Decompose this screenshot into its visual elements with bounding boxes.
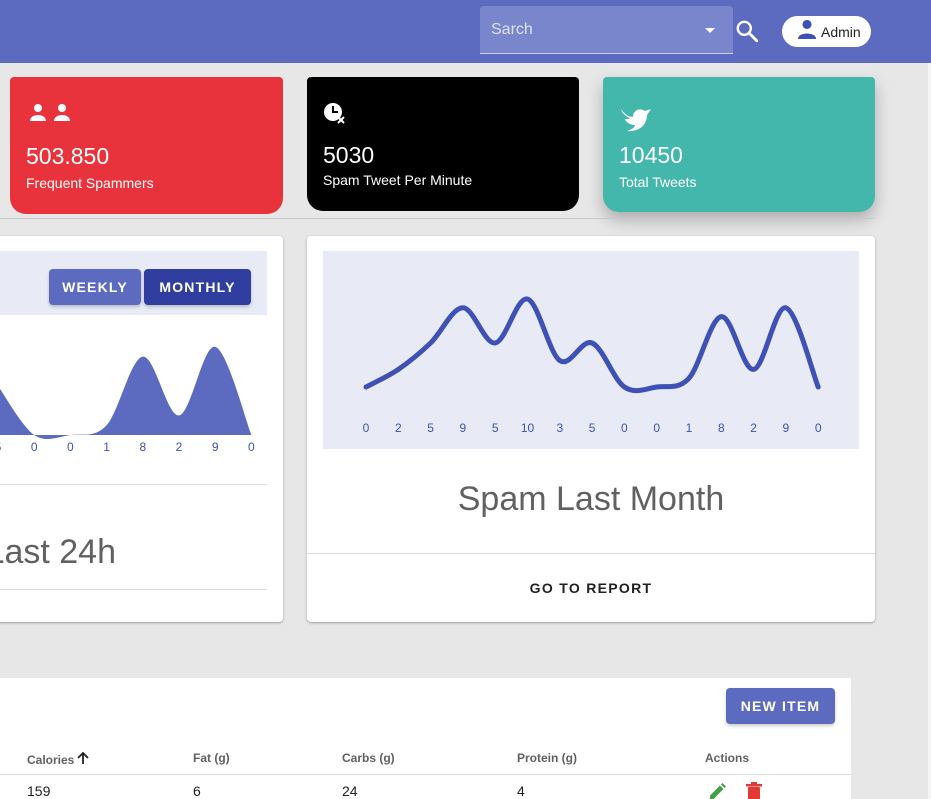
x-tick-label: 0 xyxy=(621,421,628,435)
spam-per-minute-card: 5030 Spam Tweet Per Minute xyxy=(307,77,579,211)
x-tick-label: 2 xyxy=(394,421,402,435)
admin-account-button[interactable]: Admin xyxy=(782,16,871,47)
spam-rate-value: 5030 xyxy=(323,142,375,168)
chevron-down-icon[interactable] xyxy=(705,28,715,33)
x-tick-label: 0 xyxy=(653,421,661,435)
cell-calories: 159 xyxy=(27,783,51,799)
cell-fat: 6 xyxy=(193,783,201,799)
x-tick-label: 1 xyxy=(685,421,693,435)
x-tick-label: 0 xyxy=(362,421,370,435)
x-tick-label: 5 xyxy=(491,421,499,435)
column-header-carbs[interactable]: Carbs (g) xyxy=(342,751,395,765)
column-header-fat[interactable]: Fat (g) xyxy=(193,751,230,765)
admin-label: Admin xyxy=(821,23,861,40)
spam-last-month-title: Spam Last Month xyxy=(457,480,725,518)
people-icon xyxy=(26,103,74,128)
x-tick-label: 2 xyxy=(175,440,183,454)
x-tick-label: 0 xyxy=(814,421,822,435)
search-input[interactable] xyxy=(480,6,733,53)
x-tick-label: 8 xyxy=(139,440,147,454)
trash-icon[interactable] xyxy=(744,782,764,799)
weekly-button[interactable]: WEEKLY xyxy=(49,269,141,305)
cell-carbs: 24 xyxy=(342,783,358,799)
column-label: Actions xyxy=(705,751,750,765)
column-label: Carbs (g) xyxy=(342,751,395,765)
pencil-icon[interactable] xyxy=(707,782,727,799)
x-tick-label: 9 xyxy=(782,421,790,435)
spammers-value: 503.850 xyxy=(26,143,110,169)
column-header-protein[interactable]: Protein (g) xyxy=(517,751,577,765)
bird-icon xyxy=(619,105,653,138)
series-area xyxy=(0,346,252,440)
x-tick-label: 5 xyxy=(0,440,8,454)
series-line xyxy=(363,296,821,394)
last-24h-area-chart xyxy=(0,346,252,440)
x-tick-label: 1 xyxy=(103,440,110,454)
tweets-value: 10450 xyxy=(619,142,683,168)
spam-rate-label: Spam Tweet Per Minute xyxy=(323,172,473,188)
go-to-report-button[interactable]: GO TO REPORT xyxy=(307,554,875,622)
x-tick-label: 5 xyxy=(427,421,434,435)
column-label: Calories xyxy=(27,752,75,767)
section-divider xyxy=(0,218,875,219)
search-icon[interactable] xyxy=(734,18,760,44)
x-tick-label: 2 xyxy=(750,421,757,435)
last-24h-panel: WEEKLY MONTHLY 5 0 0 1 8 2 9 0 Last 24h xyxy=(0,236,283,622)
arrow-up-icon[interactable] xyxy=(76,751,90,768)
x-tick-label: 3 xyxy=(556,421,564,435)
search-select[interactable] xyxy=(480,6,733,54)
spam-last-month-line-chart xyxy=(363,296,821,394)
x-tick-label: 9 xyxy=(211,440,219,454)
x-tick-label: 0 xyxy=(67,440,74,454)
column-header-actions: Actions xyxy=(705,751,749,765)
x-tick-label: 5 xyxy=(588,421,596,435)
x-tick-label: 8 xyxy=(717,421,725,435)
x-tick-label: 0 xyxy=(248,440,255,454)
column-header-calories[interactable]: Calories xyxy=(27,751,90,768)
panel-divider xyxy=(0,589,267,590)
data-table-panel: NEW ITEM Calories Fat (g) Carbs (g) Prot… xyxy=(0,678,851,799)
cell-protein: 4 xyxy=(517,783,525,799)
monthly-button[interactable]: MONTHLY xyxy=(144,269,251,305)
header-divider xyxy=(0,774,851,775)
account-icon xyxy=(796,19,818,44)
top-app-bar: Admin xyxy=(0,0,931,63)
spam-last-month-panel: 0 2 5 9 5 10 3 5 0 0 1 8 2 9 0 Spam Last Month GO TO R… xyxy=(307,236,875,622)
panel-divider xyxy=(0,484,267,485)
x-tick-label: 0 xyxy=(30,440,38,454)
total-tweets-card: 10450 Total Tweets xyxy=(603,77,875,212)
x-tick-label: 9 xyxy=(459,421,467,435)
clock-x-icon xyxy=(323,102,347,131)
x-tick-label: 10 xyxy=(520,421,535,435)
new-item-button[interactable]: NEW ITEM xyxy=(726,688,835,724)
spammers-label: Frequent Spammers xyxy=(26,175,154,191)
tweets-label: Total Tweets xyxy=(619,174,697,190)
frequent-spammers-card: 503.850 Frequent Spammers xyxy=(10,77,283,214)
last-24h-title: Last 24h xyxy=(0,533,116,571)
column-label: Fat (g) xyxy=(193,751,230,765)
column-label: Protein (g) xyxy=(517,751,577,765)
